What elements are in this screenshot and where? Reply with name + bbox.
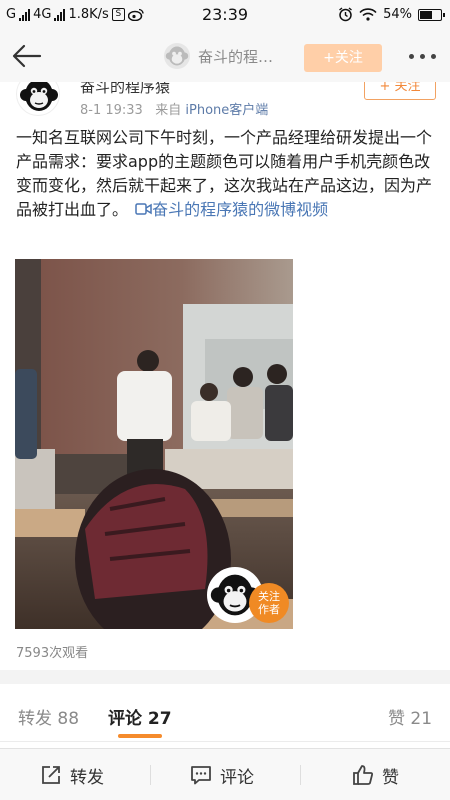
tab-repost-count: 88 <box>57 709 80 729</box>
more-icon[interactable] <box>409 54 436 59</box>
nav-follow-button[interactable]: +关注 <box>304 44 382 72</box>
video-author-follow[interactable]: 关注 作者 <box>207 567 293 629</box>
repost-label: 转发 <box>70 767 104 788</box>
interaction-tabs: 转发 88 评论 27 赞 21 <box>0 684 450 742</box>
video-link-icon[interactable] <box>135 202 152 216</box>
tab-comment[interactable]: 评论 27 <box>108 704 172 729</box>
post-source[interactable]: iPhone客户端 <box>185 103 268 118</box>
tab-comment-label: 评论 <box>108 709 142 729</box>
like-label: 赞 <box>382 767 399 788</box>
section-divider <box>0 670 450 684</box>
repost-icon <box>42 766 60 784</box>
repost-button[interactable]: 转发 <box>40 749 104 800</box>
nav-title-text: 奋斗的程… <box>198 47 274 66</box>
alarm-icon <box>339 7 353 22</box>
bar-divider <box>300 765 301 785</box>
monkey-icon <box>165 46 189 66</box>
bottom-action-bar: 转发 评论 赞 <box>0 748 450 800</box>
tab-like-label: 赞 <box>388 709 405 729</box>
follow-author-badge[interactable]: 关注 作者 <box>249 583 289 623</box>
nav-title: 奋斗的程… <box>164 43 273 69</box>
wifi-icon <box>359 8 377 21</box>
battery-icon <box>418 8 445 21</box>
battery-percent: 54% <box>383 7 412 22</box>
comment-label: 评论 <box>220 767 254 788</box>
post-meta: 8-1 19:33 来自 iPhone客户端 <box>80 99 268 118</box>
comment-icon <box>191 766 211 785</box>
tab-repost[interactable]: 转发 88 <box>18 704 79 729</box>
thumbs-up-icon <box>353 765 374 785</box>
badge-line-1: 关注 <box>258 590 280 603</box>
post-date: 8-1 19:33 <box>80 103 143 118</box>
view-count: 7593次观看 <box>16 646 89 661</box>
back-arrow-icon[interactable] <box>12 44 42 68</box>
status-right: 54% <box>338 7 445 22</box>
tab-comment-count: 27 <box>147 709 172 729</box>
nav-bar: 奋斗的程… +关注 <box>0 30 450 82</box>
nav-avatar <box>164 43 190 69</box>
tab-like[interactable]: 赞 21 <box>388 704 432 729</box>
video-link[interactable]: 奋斗的程序猿的微博视频 <box>152 200 328 219</box>
tab-repost-label: 转发 <box>18 709 52 729</box>
bar-divider <box>150 765 151 785</box>
active-tab-indicator <box>118 734 162 738</box>
tab-like-count: 21 <box>410 709 433 729</box>
comment-button[interactable]: 评论 <box>190 749 254 800</box>
source-prefix: 来自 <box>155 103 182 118</box>
post-text: 一知名互联网公司下午时刻，一个产品经理给研发提出一个产品需求：要求app的主题颜… <box>16 126 436 222</box>
like-button[interactable]: 赞 <box>352 749 399 800</box>
status-bar: G 4G 1.8K/s S 23:39 54% <box>0 0 450 30</box>
badge-line-2: 作者 <box>258 603 280 616</box>
